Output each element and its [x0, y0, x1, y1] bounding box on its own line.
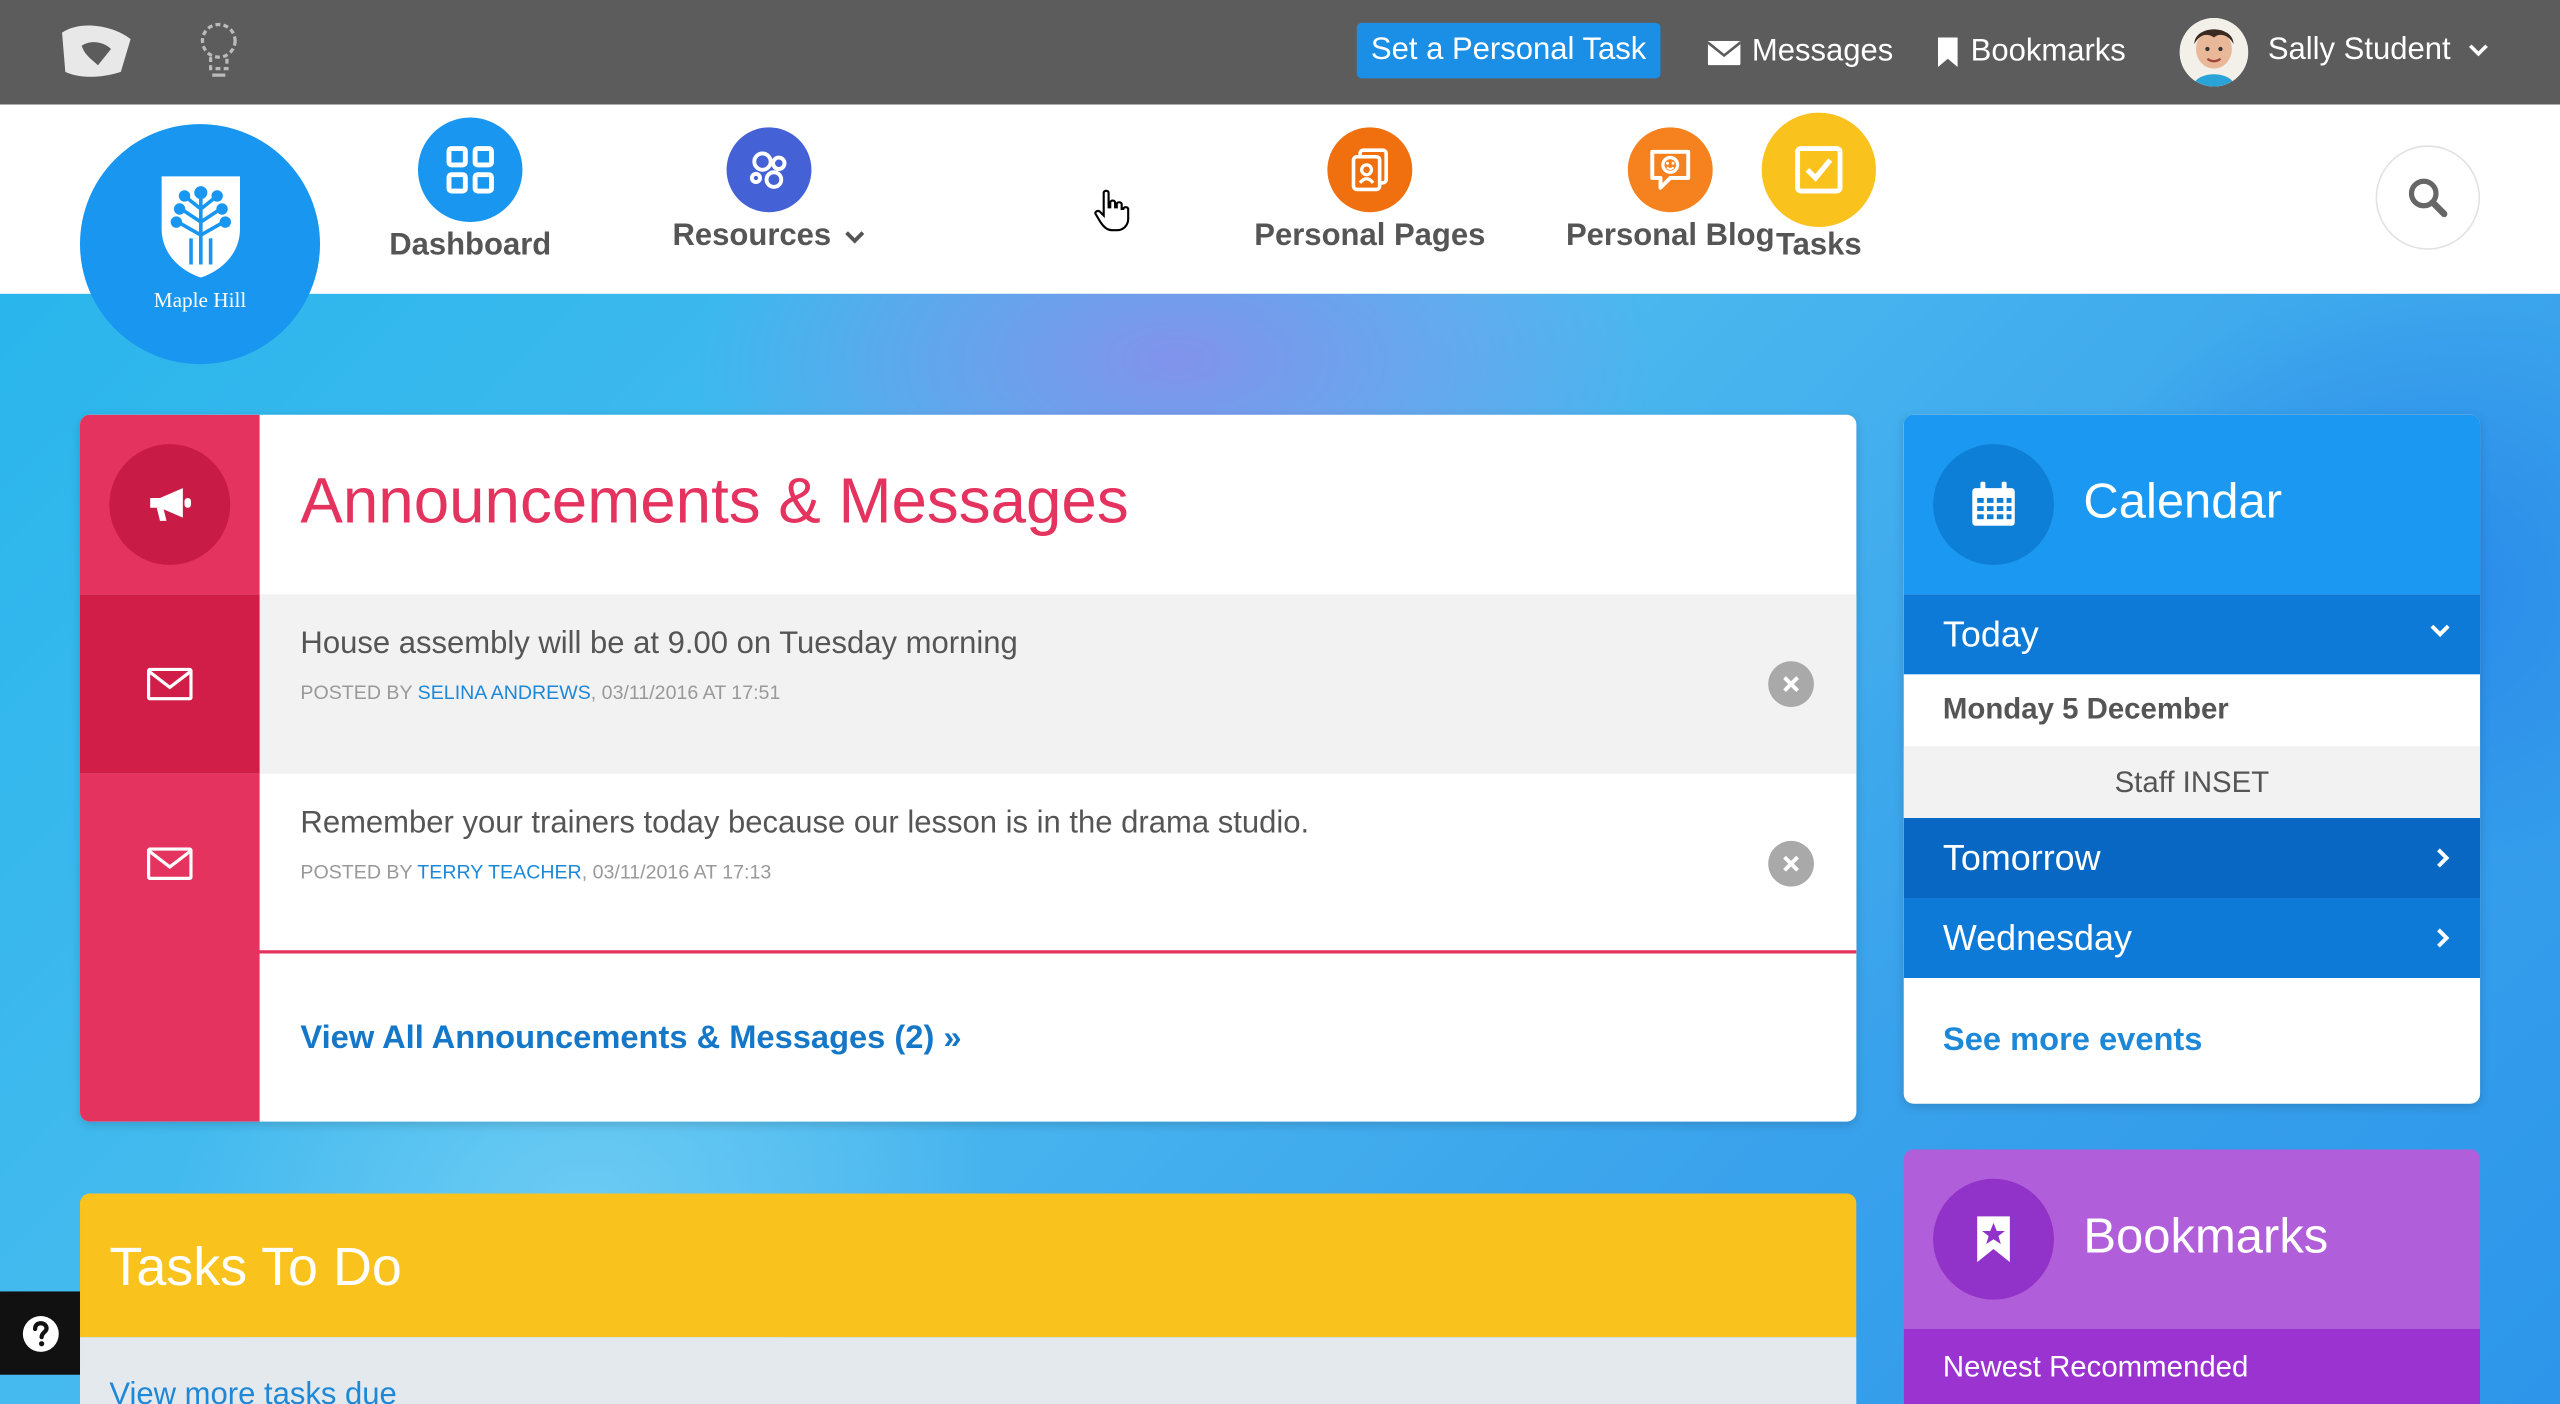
bookmarks-subheading: Newest Recommended [1903, 1329, 2481, 1404]
nav-personal-blog-label: Personal Blog [1565, 218, 1775, 254]
dismiss-announcement-button[interactable] [1768, 840, 1814, 887]
view-more-tasks-link[interactable]: View more tasks due [109, 1378, 396, 1404]
set-personal-task-button[interactable]: Set a Personal Task [1356, 22, 1661, 79]
personal-blog-icon [1627, 127, 1713, 213]
platform-logo-icon[interactable] [59, 23, 134, 82]
envelope-icon [80, 594, 260, 774]
posted-by-label: POSTED BY [300, 860, 413, 884]
announcement-meta: POSTED BY SELINA ANDREWS, 03/11/2016 AT … [300, 679, 780, 705]
announcement-datetime: , 03/11/2016 AT 17:51 [590, 680, 781, 704]
close-icon [1783, 676, 1799, 693]
chevron-down-icon[interactable] [2467, 42, 2490, 57]
personal-pages-icon [1327, 127, 1413, 213]
dismiss-announcement-button[interactable] [1768, 661, 1814, 707]
announcements-title: Announcements & Messages [300, 466, 1129, 538]
bookmarks-header: Bookmarks [1903, 1149, 2481, 1330]
calendar-tomorrow-toggle[interactable]: Tomorrow [1903, 817, 2481, 898]
chevron-down-icon [2430, 624, 2450, 638]
see-more-events-link[interactable]: See more events [1943, 1022, 2203, 1060]
calendar-title: Calendar [2083, 475, 2283, 529]
bookmarks-link[interactable]: Bookmarks [1936, 29, 2126, 75]
help-button[interactable] [0, 1291, 81, 1375]
school-logo[interactable]: Maple Hill [80, 124, 321, 365]
hand-cursor-icon [1094, 189, 1130, 232]
view-all-announcements-link[interactable]: View All Announcements & Messages (2) » [300, 1020, 961, 1058]
announcement-item[interactable]: Remember your trainers today because our… [80, 773, 1857, 954]
tasks-panel-header: Tasks To Do [80, 1193, 1857, 1338]
dashboard-icon [417, 117, 523, 223]
nav-dashboard-label: Dashboard [389, 228, 552, 263]
chevron-down-icon [845, 230, 865, 243]
search-button[interactable] [2375, 145, 2481, 250]
megaphone-icon [109, 444, 231, 565]
calendar-date-heading: Monday 5 December [1942, 692, 2229, 725]
nav-resources-label-wrap: Resources [630, 219, 908, 255]
announcement-datetime: , 03/11/2016 AT 17:13 [581, 860, 772, 884]
nav-resources[interactable]: Resources [630, 118, 908, 255]
calendar-header: Calendar [1903, 414, 2481, 595]
user-name[interactable]: Sally Student [2268, 29, 2451, 71]
nav-personal-pages[interactable]: Personal Pages [1231, 118, 1509, 255]
avatar[interactable] [2179, 17, 2249, 87]
bookmark-star-icon [1933, 1178, 2054, 1300]
calendar-today-toggle[interactable]: Today [1903, 594, 2481, 675]
nav-resources-label: Resources [672, 218, 832, 254]
chevron-right-icon [2437, 928, 2450, 948]
resources-icon [726, 127, 812, 213]
close-icon [1783, 855, 1799, 872]
nav-personal-blog[interactable]: Personal Blog [1531, 118, 1809, 255]
announcement-meta: POSTED BY TERRY TEACHER, 03/11/2016 AT 1… [300, 859, 771, 885]
chevron-right-icon [2437, 848, 2450, 868]
nav-dashboard[interactable]: Dashboard [331, 117, 609, 265]
tasks-panel-body: View more tasks due [80, 1337, 1857, 1404]
bookmark-icon [1938, 37, 1958, 67]
bookmarks-title: Bookmarks [2083, 1209, 2329, 1264]
messages-link[interactable]: Messages [1707, 29, 1894, 75]
tasks-panel: Tasks To Do View more tasks due [80, 1193, 1857, 1404]
calendar-today-label: Today [1942, 613, 2039, 655]
announcement-text: Remember your trainers today because our… [300, 806, 1310, 841]
envelope-icon [1707, 40, 1741, 65]
calendar-icon [1933, 444, 2054, 565]
lightbulb-icon[interactable] [196, 20, 242, 82]
messages-label: Messages [1751, 34, 1894, 69]
posted-by-label: POSTED BY [300, 680, 413, 704]
calendar-wednesday-label: Wednesday [1942, 917, 2132, 959]
school-crest-icon [161, 176, 241, 278]
bookmarks-panel: Bookmarks Newest Recommended [1903, 1149, 2481, 1404]
nav-personal-pages-label: Personal Pages [1254, 218, 1486, 254]
top-bar: Set a Personal Task Messages Bookmarks S… [0, 0, 2560, 105]
search-icon [2408, 178, 2448, 218]
question-icon [22, 1315, 58, 1352]
bookmarks-label: Bookmarks [1970, 34, 2126, 69]
announcement-author-link[interactable]: TERRY TEACHER [417, 860, 581, 883]
app-root: Set a Personal Task Messages Bookmarks S… [0, 0, 2560, 1404]
school-name: Maple Hill [153, 287, 247, 312]
tasks-panel-title: Tasks To Do [109, 1235, 402, 1297]
calendar-event[interactable]: Staff INSET [1903, 746, 2481, 818]
calendar-wednesday-toggle[interactable]: Wednesday [1903, 897, 2481, 978]
announcements-panel: Announcements & Messages House assembly … [80, 414, 1857, 1122]
announcement-author-link[interactable]: SELINA ANDREWS [418, 681, 591, 704]
envelope-icon [80, 773, 260, 954]
announcement-item[interactable]: House assembly will be at 9.00 on Tuesda… [80, 594, 1857, 774]
calendar-tomorrow-label: Tomorrow [1942, 837, 2101, 879]
calendar-panel: Calendar Today Monday 5 December Staff I… [1903, 414, 2481, 1104]
announcement-text: House assembly will be at 9.00 on Tuesda… [300, 626, 1018, 662]
